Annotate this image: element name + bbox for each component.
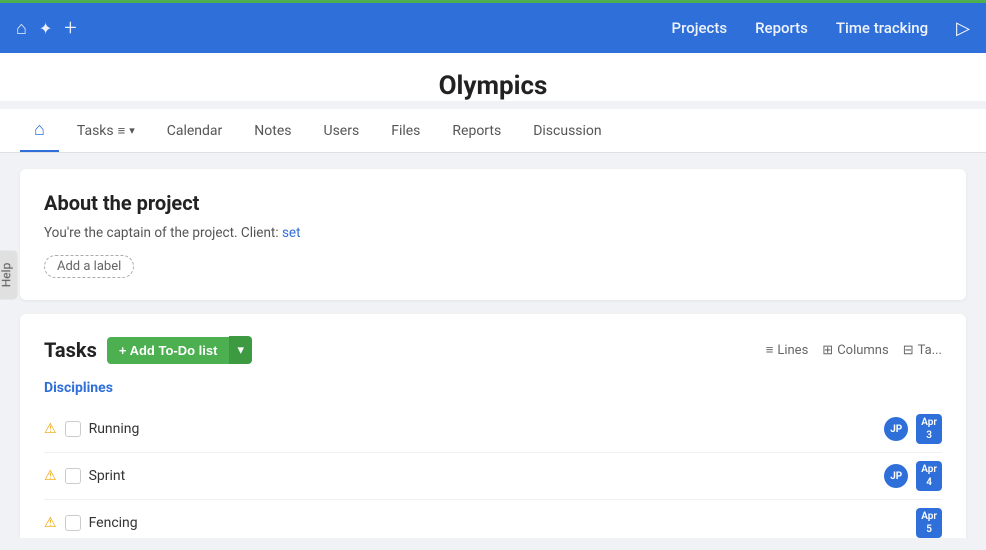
date-month-fencing: Apr xyxy=(921,510,937,523)
view-options: ≡ Lines ⊞ Columns ⊟ Ta... xyxy=(766,342,942,358)
calendar-tab-label: Calendar xyxy=(167,123,223,139)
table-icon: ⊟ xyxy=(903,343,914,358)
task-checkbox-running[interactable] xyxy=(65,421,81,437)
tasks-section-title: Tasks xyxy=(44,338,97,362)
project-title-area: Olympics xyxy=(0,53,986,101)
avatar-running: JP xyxy=(884,417,908,441)
task-checkbox-sprint[interactable] xyxy=(65,468,81,484)
tab-reports[interactable]: Reports xyxy=(438,113,515,149)
tab-calendar[interactable]: Calendar xyxy=(153,113,237,149)
columns-label: Columns xyxy=(837,343,889,358)
help-tab[interactable]: Help xyxy=(0,251,17,300)
task-checkbox-fencing[interactable] xyxy=(65,515,81,531)
discussion-tab-label: Discussion xyxy=(533,123,601,139)
task-name-fencing: Fencing xyxy=(89,515,909,531)
about-project-description: You're the captain of the project. Clien… xyxy=(44,225,942,241)
nav-time-tracking[interactable]: Time tracking xyxy=(836,19,928,37)
table-view-button[interactable]: ⊟ Ta... xyxy=(903,343,942,358)
task-name-sprint: Sprint xyxy=(89,468,877,484)
date-month-sprint: Apr xyxy=(921,463,937,476)
lines-view-button[interactable]: ≡ Lines xyxy=(766,342,809,358)
tab-discussion[interactable]: Discussion xyxy=(519,113,615,149)
main-content: About the project You're the captain of … xyxy=(0,153,986,538)
tasks-header: Tasks + Add To-Do list ▾ ≡ Lines ⊞ Colum… xyxy=(44,336,942,364)
play-icon[interactable]: ▷ xyxy=(956,18,970,39)
project-title: Olympics xyxy=(0,71,986,101)
warning-icon-fencing: ⚠ xyxy=(44,515,57,531)
home-tab-icon: ⌂ xyxy=(34,119,45,140)
date-num-fencing: 5 xyxy=(921,523,937,536)
files-tab-label: Files xyxy=(391,123,420,139)
tasks-card: Tasks + Add To-Do list ▾ ≡ Lines ⊞ Colum… xyxy=(20,314,966,538)
client-set-link[interactable]: set xyxy=(282,225,301,241)
date-badge-sprint: Apr 4 xyxy=(916,461,942,491)
tasks-tab-label: Tasks xyxy=(77,123,114,139)
task-row: ⚠ Fencing Apr 5 xyxy=(44,500,942,538)
tasks-dropdown-icon: ▾ xyxy=(129,124,135,137)
about-project-card: About the project You're the captain of … xyxy=(20,169,966,300)
tab-users[interactable]: Users xyxy=(310,113,374,149)
task-name-running: Running xyxy=(89,421,877,437)
add-label-button[interactable]: Add a label xyxy=(44,255,134,278)
tab-notes[interactable]: Notes xyxy=(240,113,305,149)
tab-files[interactable]: Files xyxy=(377,113,434,149)
date-month-running: Apr xyxy=(921,416,937,429)
notes-tab-label: Notes xyxy=(254,123,291,139)
warning-icon-sprint: ⚠ xyxy=(44,468,57,484)
add-todo-group: + Add To-Do list ▾ xyxy=(107,336,252,364)
nav-reports[interactable]: Reports xyxy=(755,19,808,37)
nav-right: Projects Reports Time tracking ▷ xyxy=(672,18,970,39)
users-tab-label: Users xyxy=(324,123,360,139)
add-todo-dropdown-button[interactable]: ▾ xyxy=(229,336,252,364)
disciplines-title: Disciplines xyxy=(44,380,942,396)
add-todo-button[interactable]: + Add To-Do list xyxy=(107,337,230,364)
date-num-sprint: 4 xyxy=(921,476,937,489)
date-badge-running: Apr 3 xyxy=(916,414,942,444)
lines-label: Lines xyxy=(777,343,808,358)
table-label: Ta... xyxy=(918,343,942,358)
tab-tasks[interactable]: Tasks ≡ ▾ xyxy=(63,113,149,149)
lines-icon: ≡ xyxy=(766,342,774,358)
tasks-sort-icon: ≡ xyxy=(118,123,126,139)
description-text: You're the captain of the project. Clien… xyxy=(44,225,279,241)
date-num-running: 3 xyxy=(921,429,937,442)
columns-view-button[interactable]: ⊞ Columns xyxy=(822,343,888,358)
about-project-title: About the project xyxy=(44,191,942,215)
settings-icon[interactable]: ✦ xyxy=(39,19,52,38)
tab-home[interactable]: ⌂ xyxy=(20,109,59,152)
columns-icon: ⊞ xyxy=(822,343,833,358)
task-row: ⚠ Running JP Apr 3 xyxy=(44,406,942,453)
task-row: ⚠ Sprint JP Apr 4 xyxy=(44,453,942,500)
reports-tab-label: Reports xyxy=(452,123,501,139)
add-icon[interactable]: + xyxy=(64,16,76,41)
avatar-sprint: JP xyxy=(884,464,908,488)
disciplines-group: Disciplines ⚠ Running JP Apr 3 ⚠ Sprint … xyxy=(44,380,942,538)
top-nav: ⌂ ✦ + Projects Reports Time tracking ▷ xyxy=(0,3,986,53)
nav-projects[interactable]: Projects xyxy=(672,19,728,37)
home-nav-icon[interactable]: ⌂ xyxy=(16,18,27,39)
nav-left: ⌂ ✦ + xyxy=(16,16,77,41)
help-label: Help xyxy=(0,263,13,288)
date-badge-fencing: Apr 5 xyxy=(916,508,942,538)
warning-icon-running: ⚠ xyxy=(44,421,57,437)
tab-bar: ⌂ Tasks ≡ ▾ Calendar Notes Users Files R… xyxy=(0,109,986,153)
